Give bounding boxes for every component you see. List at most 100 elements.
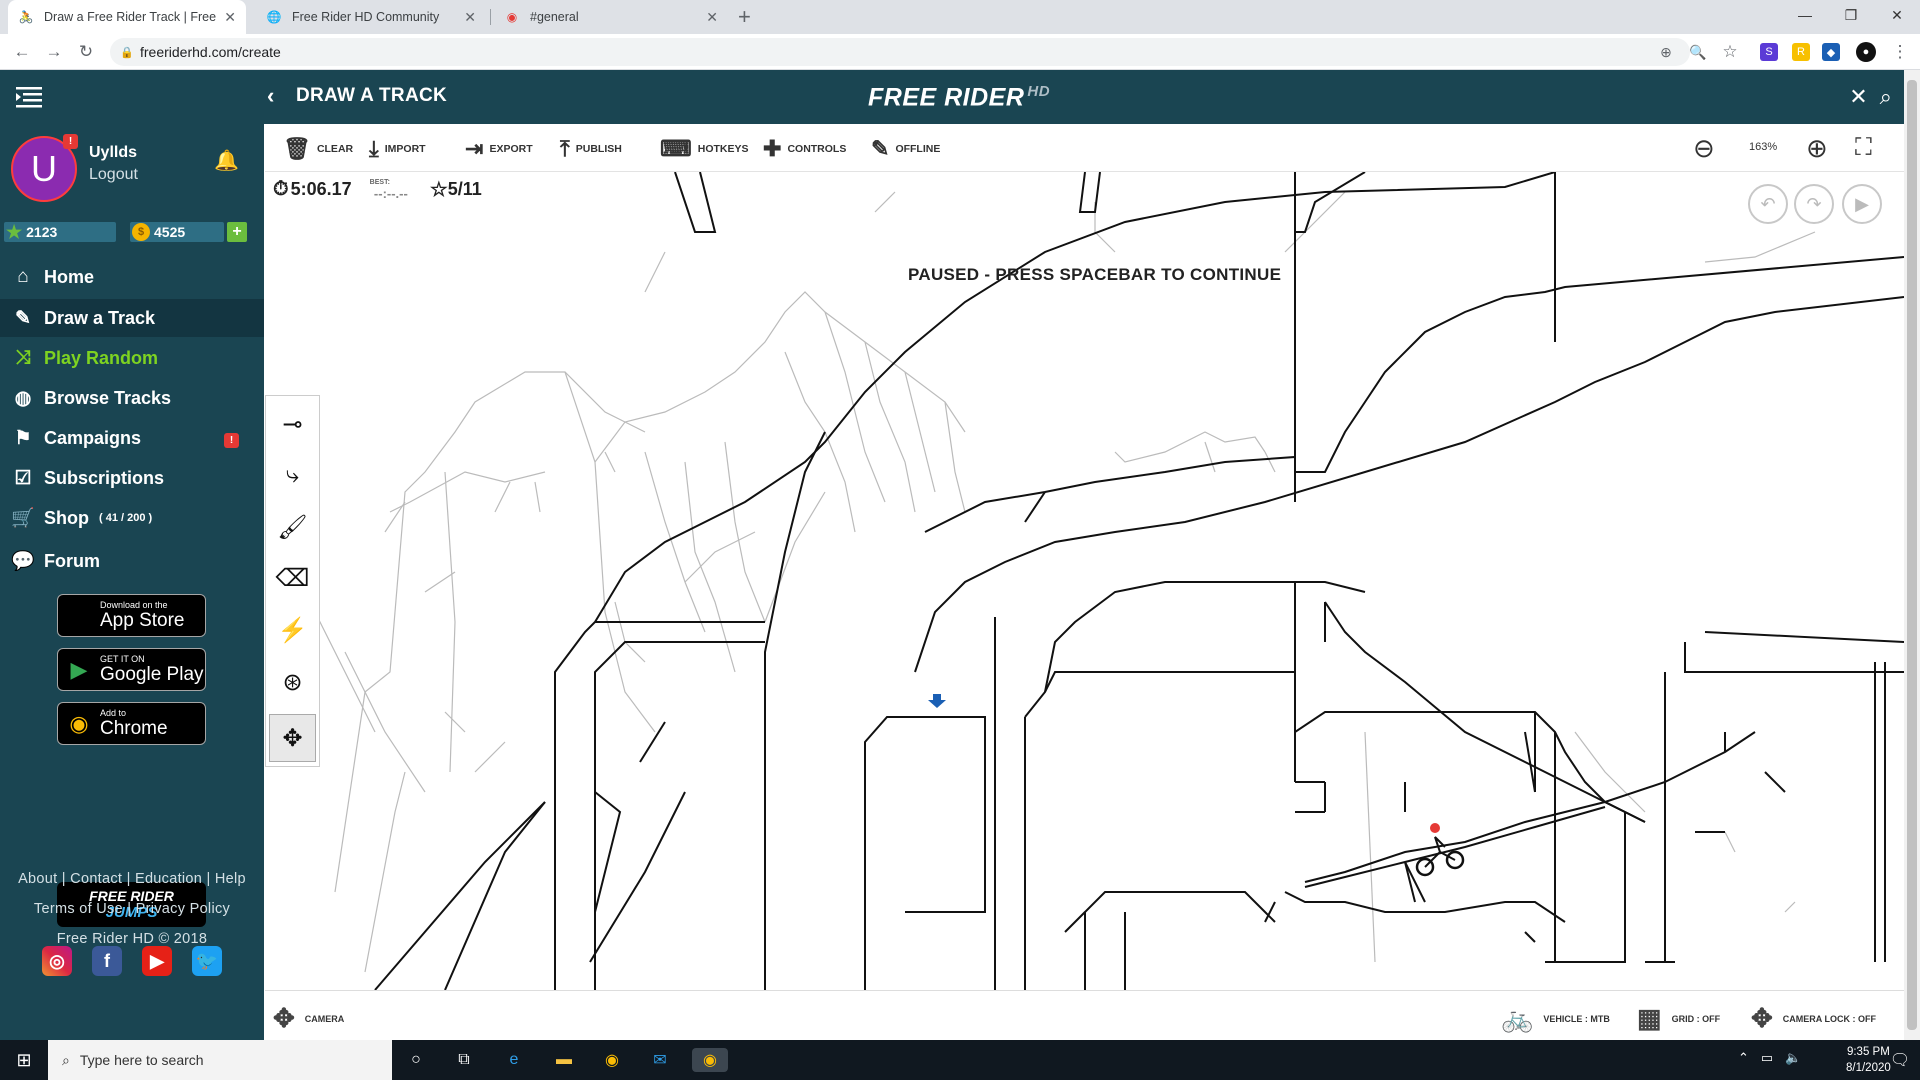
redo-icon[interactable]: ↷ [1794,184,1834,224]
windows-start-icon[interactable]: ⊞ [0,1040,48,1080]
twitter-icon[interactable]: 🐦 [192,946,222,976]
import-button[interactable]: ⤓ IMPORT [369,136,426,162]
cortana-icon[interactable]: ○ [404,1048,428,1072]
taskbar-search[interactable]: ⌕ Type here to search [48,1040,392,1080]
nav-play-random[interactable]: ⤨ Play Random [0,339,264,377]
zoom-out-icon[interactable]: ⊖ [1693,133,1715,164]
bicycle-icon: 🚲 [1501,1003,1534,1033]
logout-link[interactable]: Logout [89,166,138,184]
google-play-badge[interactable]: ▶ GET IT ON Google Play [57,648,206,691]
track-drawing [284,172,1904,990]
edge-icon[interactable]: e [502,1048,526,1072]
facebook-icon[interactable]: f [92,946,122,976]
scrollbar-thumb[interactable] [1907,80,1917,1030]
best-label: BEST: [369,179,390,186]
straight-line-tool-icon[interactable]: ⊸ [269,400,316,448]
export-button[interactable]: ⇥ EXPORT [465,136,533,162]
camera-label: CAMERA [304,1013,345,1024]
username[interactable]: Uyllds [89,144,137,162]
footer-legal-links[interactable]: Terms of Use | Privacy Policy [0,901,264,917]
curve-tool-icon[interactable]: ⤷ [269,451,316,499]
youtube-icon[interactable]: ▶ [142,946,172,976]
bookmark-star-icon[interactable]: ☆ [1718,40,1742,64]
free-rider-logo[interactable]: FREE RIDER HD [868,83,1050,112]
shuffle-icon[interactable]: ✕ [1849,84,1867,110]
restore-button[interactable]: ❐ [1828,0,1874,30]
volume-icon[interactable]: 🔈 [1785,1050,1801,1066]
vehicle-powerup-tool-icon[interactable]: ⊛ [269,658,316,706]
campaigns-icon: ⚑ [14,427,32,449]
buy-coins-button[interactable]: + [227,222,247,242]
chrome-badge[interactable]: ◉ Add to Chrome [57,702,206,745]
controls-label: CONTROLS [787,143,847,155]
play-icon[interactable]: ▶ [1842,184,1882,224]
close-tab-icon[interactable]: ✕ [224,9,236,26]
undo-icon[interactable]: ↶ [1748,184,1788,224]
extension-s-icon[interactable]: S [1760,43,1778,61]
mail-icon[interactable]: ✉ [648,1048,672,1072]
clock[interactable]: 9:35 PM 8/1/2020 [1846,1044,1891,1076]
chevron-up-icon[interactable]: ⌃ [1738,1050,1749,1066]
reload-icon[interactable]: ↻ [74,40,98,64]
app-store-badge[interactable]: Download on the App Store [57,594,206,637]
close-tab-icon[interactable]: ✕ [464,9,476,26]
profile-avatar-icon[interactable]: ● [1856,42,1876,62]
forum-icon: 💬 [11,551,35,572]
footer-links[interactable]: About | Contact | Education | Help [0,871,264,887]
tab-general[interactable]: ◉ #general ✕ [494,0,728,34]
nav-home[interactable]: ⌂ Home [0,258,264,296]
fullscreen-icon[interactable]: ⛶ [1855,134,1872,162]
grid-button[interactable]: ▦ GRID : OFF [1637,1003,1720,1034]
page-scrollbar[interactable] [1904,70,1920,1040]
search-icon[interactable]: ⌕ [1880,84,1892,110]
windows-taskbar: ⊞ ⌕ Type here to search ○ ⧉ e ▬ ◉ ✉ ◉ ⌃ … [0,1040,1920,1080]
cart-icon: 🛒 [11,508,35,529]
tab-community[interactable]: 🌐 Free Rider HD Community ✕ [256,0,486,34]
clear-button[interactable]: 🗑 CLEAR [283,136,353,162]
url-field[interactable]: 🔒 freeriderhd.com/create [110,38,1690,66]
nav-subscriptions[interactable]: ☑ Subscriptions [0,459,264,497]
file-explorer-icon[interactable]: ▬ [552,1048,576,1072]
search-placeholder: Type here to search [79,1052,204,1068]
new-tab-button[interactable]: + [738,4,751,30]
close-window-button[interactable]: ✕ [1874,0,1920,30]
shop-count: ( 41 / 200 ) [99,512,153,524]
track-canvas[interactable]: ⏱ 5:06.17 BEST: --:--.-- ☆ 5/11 PAUSED -… [265,172,1904,990]
tab-draw-track[interactable]: 🚴 Draw a Free Rider Track | Free Ric ✕ [8,0,246,34]
forward-icon[interactable]: → [42,40,66,64]
browser-menu-icon[interactable]: ⋮ [1888,40,1912,64]
offline-button[interactable]: ✎ OFFLINE [871,136,940,162]
powerup-tool-icon[interactable]: ⚡ [269,606,316,654]
nav-forum[interactable]: 💬 Forum [0,542,264,580]
bell-icon[interactable]: 🔔 [214,148,239,173]
instagram-icon[interactable]: ◎ [42,946,72,976]
add-icon[interactable]: ⊕ [1654,40,1678,64]
chrome-active-taskbar-icon[interactable]: ◉ [692,1048,728,1072]
nav-browse-tracks[interactable]: ◍ Browse Tracks [0,379,264,417]
vehicle-button[interactable]: 🚲 VEHICLE : MTB [1501,1003,1610,1034]
back-chevron-icon[interactable]: ‹ [267,83,274,109]
eraser-tool-icon[interactable]: ⌫ [269,554,316,602]
camera-move-tool-icon[interactable]: ✥ [269,714,316,762]
zoom-in-icon[interactable]: ⊕ [1806,133,1828,164]
nav-draw-track[interactable]: ✎ Draw a Track [0,299,264,337]
discord-favicon-icon: ◉ [506,10,518,24]
back-icon[interactable]: ← [10,40,34,64]
extension-r-icon[interactable]: R [1792,43,1810,61]
network-icon[interactable]: ▭ [1761,1050,1773,1066]
menu-icon[interactable] [14,85,44,109]
camera-button[interactable]: ✥ CAMERA [273,1003,344,1034]
minimize-button[interactable]: — [1782,0,1828,30]
task-view-icon[interactable]: ⧉ [452,1048,476,1072]
camera-lock-button[interactable]: ✥ CAMERA LOCK : OFF [1751,1003,1876,1034]
close-tab-icon[interactable]: ✕ [706,9,718,26]
extension-blue-icon[interactable]: ◆ [1822,43,1840,61]
nav-shop[interactable]: 🛒 Shop ( 41 / 200 ) [0,499,264,537]
controls-button[interactable]: ✚ CONTROLS [763,136,846,162]
zoom-icon[interactable]: 🔍 [1686,40,1710,64]
chrome-taskbar-icon[interactable]: ◉ [600,1048,624,1072]
notifications-icon[interactable]: 🗨 [1888,1048,1912,1072]
publish-button[interactable]: ⤒ PUBLISH [560,136,622,162]
brush-tool-icon[interactable]: 🖌 [269,503,316,551]
hotkeys-button[interactable]: ⌨ HOTKEYS [660,136,749,162]
